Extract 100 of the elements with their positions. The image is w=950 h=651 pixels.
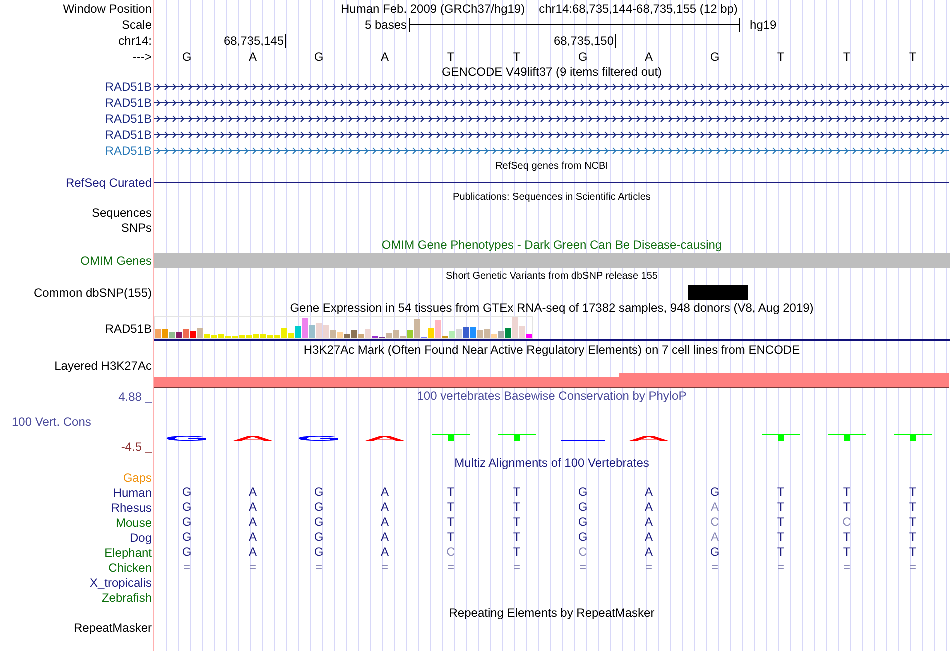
track-label: Sequences	[92, 206, 152, 221]
aligned-base: =	[645, 560, 652, 575]
gene-label: RAD51B	[105, 80, 152, 94]
aligned-base: =	[315, 560, 322, 575]
aligned-base: G	[578, 485, 588, 500]
species-label: X_tropicalis	[90, 576, 152, 590]
track-label: Layered H3K27Ac	[54, 359, 152, 373]
position-range: chr14:68,735,144-68,735,155 (12 bp)	[539, 2, 738, 16]
row-label: chr14:	[118, 34, 152, 48]
aligned-base: A	[380, 545, 389, 560]
variant-block	[688, 285, 748, 300]
track-label: RefSeq Curated	[66, 176, 152, 190]
aligned-base: =	[843, 560, 850, 575]
row-label: Scale	[122, 18, 152, 32]
gene-label: RAD51B	[105, 128, 152, 142]
aligned-base: T	[777, 530, 785, 545]
strand-label: --->	[133, 50, 152, 64]
aligned-base: =	[381, 560, 388, 575]
track-title: GENCODE V49lift37 (9 items filtered out)	[442, 65, 662, 79]
species-label: Dog	[130, 530, 152, 544]
aligned-base: C	[842, 515, 852, 530]
aligned-base: A	[644, 530, 653, 545]
assembly-title: Human Feb. 2009 (GRCh37/hg19)	[341, 2, 526, 16]
aligned-base: T	[777, 515, 785, 530]
aligned-base: C	[578, 545, 588, 560]
aligned-base: A	[380, 530, 389, 545]
aligned-base: T	[843, 500, 851, 515]
aligned-base: G	[314, 500, 324, 515]
base-letter: A	[380, 50, 389, 64]
base-letter: G	[314, 50, 324, 64]
base-letter: T	[447, 50, 455, 64]
aligned-base: T	[777, 500, 785, 515]
track-title: 100 vertebrates Basewise Conservation by PhyloP	[417, 389, 687, 403]
aligned-base: G	[314, 545, 324, 560]
aligned-base: G	[182, 545, 192, 560]
base-letter: G	[710, 50, 720, 64]
species-label: Chicken	[108, 560, 152, 574]
aligned-base: A	[380, 515, 389, 530]
aligned-base: =	[579, 560, 586, 575]
aligned-base: T	[843, 545, 851, 560]
aligned-base: T	[909, 500, 917, 515]
gene-label: RAD51B	[105, 112, 152, 126]
base-letter: T	[909, 50, 917, 64]
base-letter: A	[248, 50, 257, 64]
aligned-base: A	[644, 515, 653, 530]
track-label: RAD51B	[105, 322, 152, 336]
track-title: OMIM Gene Phenotypes - Dark Green Can Be Disease-causing	[382, 238, 722, 252]
base-letter: G	[182, 50, 192, 64]
aligned-base: G	[182, 515, 192, 530]
coordinate-label: 68,735,150	[554, 34, 616, 48]
aligned-base: T	[777, 545, 785, 560]
aligned-base: A	[710, 500, 719, 515]
aligned-base: A	[248, 485, 257, 500]
aligned-base: A	[380, 485, 389, 500]
aligned-base: T	[447, 515, 455, 530]
aligned-base: C	[446, 545, 456, 560]
aligned-base: G	[314, 485, 324, 500]
track-label: RepeatMasker	[74, 620, 152, 634]
aligned-base: T	[909, 485, 917, 500]
aligned-base: G	[578, 515, 588, 530]
coordinate-label: 68,735,145	[224, 34, 286, 48]
aligned-base: G	[710, 545, 720, 560]
aligned-base: T	[909, 530, 917, 545]
species-label: Elephant	[104, 546, 152, 560]
aligned-base: A	[248, 545, 257, 560]
aligned-base: A	[644, 545, 653, 560]
aligned-base: T	[909, 545, 917, 560]
aligned-base: T	[909, 515, 917, 530]
aligned-base: =	[447, 560, 454, 575]
aligned-base: =	[711, 560, 718, 575]
aligned-base: =	[249, 560, 256, 575]
aligned-base: A	[380, 500, 389, 515]
track-title: Repeating Elements by RepeatMasker	[449, 606, 655, 620]
species-label: Mouse	[116, 516, 152, 530]
track-title: Short Genetic Variants from dbSNP release 155	[446, 270, 658, 284]
aligned-base: T	[513, 500, 521, 515]
track-title: RefSeq genes from NCBI	[496, 160, 608, 174]
aligned-base: T	[843, 530, 851, 545]
aligned-base: T	[513, 530, 521, 545]
species-label: Rhesus	[111, 500, 152, 514]
aligned-base: T	[777, 485, 785, 500]
aligned-base: T	[513, 485, 521, 500]
axis-max-label: 4.88 _	[118, 390, 152, 404]
track-title: Multiz Alignments of 100 Vertebrates	[454, 456, 650, 470]
aligned-base: T	[843, 485, 851, 500]
gene-label: RAD51B	[105, 96, 152, 110]
aligned-base: A	[710, 530, 719, 545]
base-letter: T	[777, 50, 785, 64]
aligned-base: T	[513, 545, 521, 560]
aligned-base: G	[710, 485, 720, 500]
row-label: Window Position	[63, 2, 152, 16]
aligned-base: G	[578, 530, 588, 545]
base-letter: T	[513, 50, 521, 64]
aligned-base: =	[513, 560, 520, 575]
aligned-base: =	[909, 560, 916, 575]
aligned-base: T	[447, 500, 455, 515]
aligned-base: T	[513, 515, 521, 530]
aligned-base: A	[644, 500, 653, 515]
track-label: OMIM Genes	[80, 254, 152, 268]
base-letter: A	[644, 50, 653, 64]
